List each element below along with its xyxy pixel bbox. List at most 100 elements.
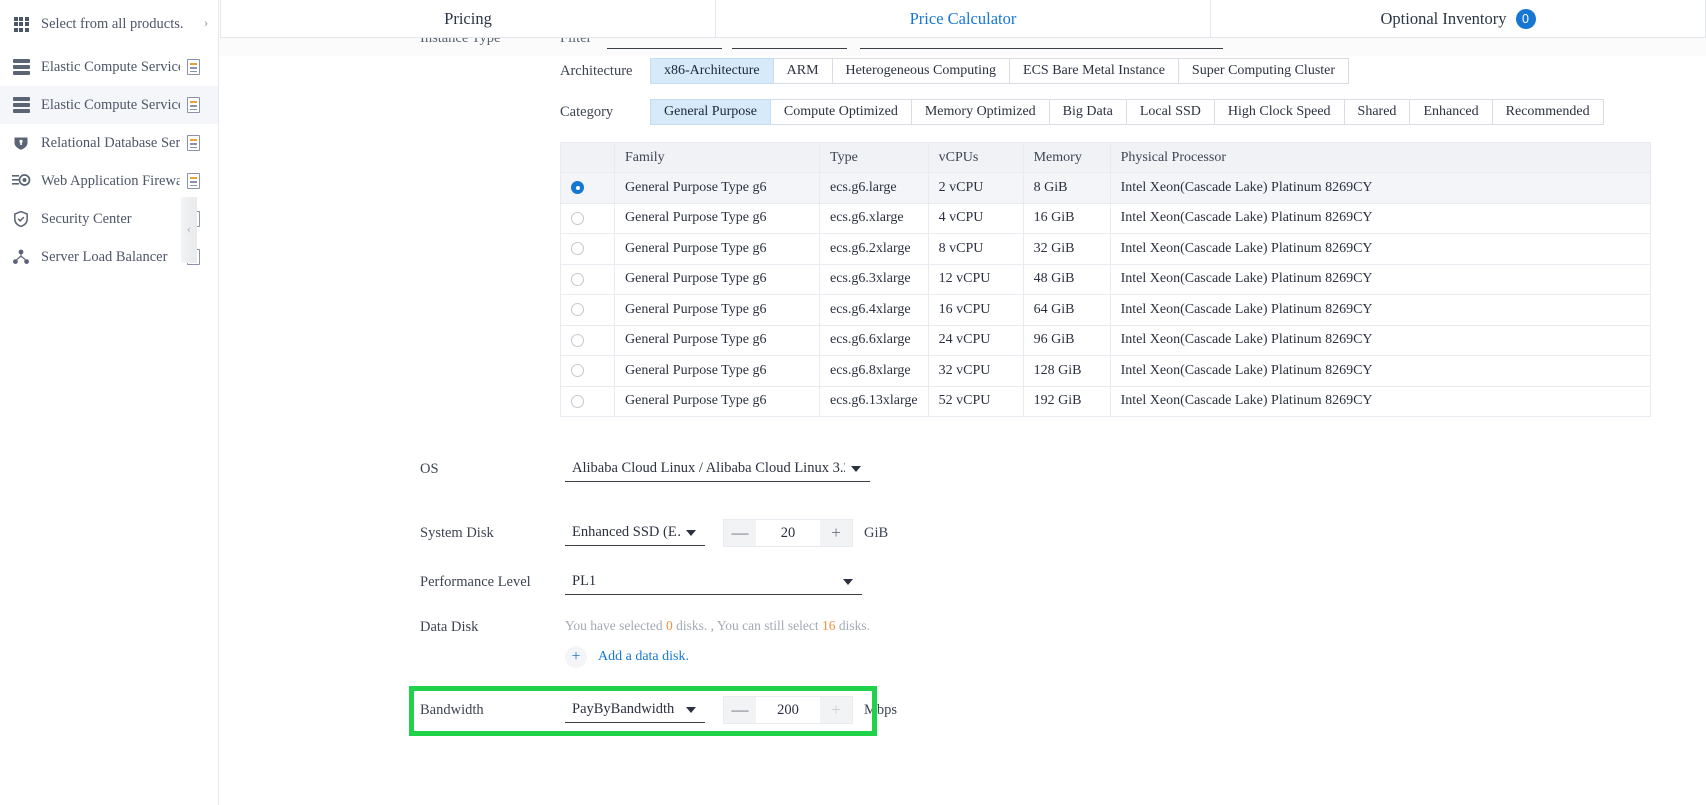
cell-processor: Intel Xeon(Cascade Lake) Platinum 8269CY [1110, 386, 1650, 417]
radio-button[interactable] [571, 212, 584, 225]
category-options: General Purpose Compute Optimized Memory… [650, 99, 1604, 125]
table-row[interactable]: General Purpose Type g6 ecs.g6.4xlarge 1… [561, 295, 1651, 326]
architecture-option-heterogeneous[interactable]: Heterogeneous Computing [833, 58, 1010, 84]
data-disk-remaining-count: 16 [822, 618, 836, 633]
tab-label: Optional Inventory [1380, 9, 1506, 29]
cell-family: General Purpose Type g6 [615, 295, 820, 326]
cell-type: ecs.g6.8xlarge [820, 356, 929, 387]
grid-icon [6, 17, 36, 32]
shield-icon [6, 210, 36, 228]
radio-button[interactable] [571, 242, 584, 255]
filter-input-2-underline[interactable] [732, 48, 847, 49]
category-option-recommended[interactable]: Recommended [1493, 99, 1604, 125]
cell-processor: Intel Xeon(Cascade Lake) Platinum 8269CY [1110, 264, 1650, 295]
table-row[interactable]: General Purpose Type g6 ecs.g6.3xlarge 1… [561, 264, 1651, 295]
row-select-cell[interactable] [561, 386, 615, 417]
cell-processor: Intel Xeon(Cascade Lake) Platinum 8269CY [1110, 325, 1650, 356]
table-row[interactable]: General Purpose Type g6 ecs.g6.8xlarge 3… [561, 356, 1651, 387]
architecture-option-x86[interactable]: x86-Architecture [650, 58, 774, 84]
architecture-options: x86-Architecture ARM Heterogeneous Compu… [650, 58, 1349, 84]
tab-pricing[interactable]: Pricing [220, 0, 716, 38]
radio-button[interactable] [571, 364, 584, 377]
os-label: OS [420, 461, 565, 478]
system-disk-type-select[interactable]: Enhanced SSD (E… [565, 520, 705, 546]
clipped-instance-type-row: Instance Type Filter [220, 38, 1706, 56]
architecture-option-arm[interactable]: ARM [774, 58, 833, 84]
cell-memory: 16 GiB [1023, 203, 1110, 234]
tab-optional-inventory[interactable]: Optional Inventory 0 [1210, 0, 1706, 38]
sidebar-item-ecs-1[interactable]: Elastic Compute Services ... [0, 48, 218, 86]
row-select-cell[interactable] [561, 173, 615, 204]
row-select-cell[interactable] [561, 203, 615, 234]
column-header-select [561, 143, 615, 173]
system-disk-size-value[interactable]: 20 [756, 520, 820, 546]
row-select-cell[interactable] [561, 295, 615, 326]
os-row: OS Alibaba Cloud Linux / Alibaba Cloud L… [420, 456, 870, 482]
tab-price-calculator[interactable]: Price Calculator [715, 0, 1211, 38]
column-header-processor: Physical Processor [1110, 143, 1650, 173]
chevron-down-icon [686, 530, 696, 536]
table-row[interactable]: General Purpose Type g6 ecs.g6.large 2 v… [561, 173, 1651, 204]
document-icon[interactable] [180, 135, 206, 151]
sidebar-item-ecs-2[interactable]: Elastic Compute Services ... [0, 86, 218, 124]
bandwidth-billing-select[interactable]: PayByBandwidth [565, 697, 705, 723]
sidebar-item-all-products[interactable]: Select from all products. › [0, 0, 218, 48]
cell-family: General Purpose Type g6 [615, 264, 820, 295]
radio-button-selected[interactable] [571, 181, 584, 194]
database-icon [6, 134, 36, 152]
cell-memory: 128 GiB [1023, 356, 1110, 387]
filter-input-1-underline[interactable] [607, 48, 722, 49]
system-disk-increment-button[interactable]: + [820, 520, 852, 546]
document-icon[interactable] [180, 59, 206, 75]
table-row[interactable]: General Purpose Type g6 ecs.g6.6xlarge 2… [561, 325, 1651, 356]
table-row[interactable]: General Purpose Type g6 ecs.g6.xlarge 4 … [561, 203, 1651, 234]
row-select-cell[interactable] [561, 264, 615, 295]
sidebar-item-rds[interactable]: Relational Database Servi... [0, 124, 218, 162]
add-data-disk-button[interactable]: + Add a data disk. [565, 646, 870, 668]
filter-input-3-underline[interactable] [860, 48, 1223, 49]
architecture-option-super-computing[interactable]: Super Computing Cluster [1179, 58, 1349, 84]
sidebar-collapse-handle[interactable]: ‹ [181, 197, 197, 263]
cell-memory: 64 GiB [1023, 295, 1110, 326]
category-option-local-ssd[interactable]: Local SSD [1127, 99, 1215, 125]
system-disk-unit: GiB [864, 525, 888, 542]
chevron-down-icon [686, 707, 696, 713]
data-disk-row: Data Disk You have selected 0 disks. , Y… [420, 616, 870, 668]
table-row[interactable]: General Purpose Type g6 ecs.g6.2xlarge 8… [561, 234, 1651, 265]
row-select-cell[interactable] [561, 234, 615, 265]
category-option-general-purpose[interactable]: General Purpose [650, 99, 771, 125]
category-option-big-data[interactable]: Big Data [1050, 99, 1127, 125]
category-option-high-clock-speed[interactable]: High Clock Speed [1215, 99, 1345, 125]
category-option-compute-optimized[interactable]: Compute Optimized [771, 99, 912, 125]
table-row[interactable]: General Purpose Type g6 ecs.g6.13xlarge … [561, 386, 1651, 417]
radio-button[interactable] [571, 273, 584, 286]
radio-button[interactable] [571, 395, 584, 408]
sidebar-item-waf[interactable]: Web Application Firewall [0, 162, 218, 200]
cell-type: ecs.g6.6xlarge [820, 325, 929, 356]
cell-processor: Intel Xeon(Cascade Lake) Platinum 8269CY [1110, 234, 1650, 265]
bandwidth-value[interactable]: 200 [756, 697, 820, 723]
row-select-cell[interactable] [561, 325, 615, 356]
architecture-option-bare-metal[interactable]: ECS Bare Metal Instance [1010, 58, 1179, 84]
sidebar-item-label: Elastic Compute Services ... [36, 59, 180, 76]
document-icon[interactable] [180, 97, 206, 113]
system-disk-row: System Disk Enhanced SSD (E… — 20 + GiB [420, 519, 888, 547]
system-disk-decrement-button[interactable]: — [724, 520, 756, 546]
os-select[interactable]: Alibaba Cloud Linux / Alibaba Cloud Linu… [565, 456, 870, 482]
performance-level-select[interactable]: PL1 [565, 569, 862, 595]
radio-button[interactable] [571, 303, 584, 316]
cell-vcpus: 12 vCPU [928, 264, 1023, 295]
row-select-cell[interactable] [561, 356, 615, 387]
category-option-memory-optimized[interactable]: Memory Optimized [912, 99, 1050, 125]
radio-button[interactable] [571, 334, 584, 347]
document-icon[interactable] [180, 173, 206, 189]
bandwidth-increment-button[interactable]: + [820, 697, 852, 723]
category-option-enhanced[interactable]: Enhanced [1410, 99, 1492, 125]
bandwidth-decrement-button[interactable]: — [724, 697, 756, 723]
performance-level-row: Performance Level PL1 [420, 569, 862, 595]
sidebar-item-label: Server Load Balancer [36, 249, 180, 266]
column-header-memory: Memory [1023, 143, 1110, 173]
bandwidth-row: Bandwidth PayByBandwidth — 200 + Mbps [420, 696, 897, 724]
category-option-shared[interactable]: Shared [1345, 99, 1411, 125]
filter-label: Filter [560, 38, 591, 47]
